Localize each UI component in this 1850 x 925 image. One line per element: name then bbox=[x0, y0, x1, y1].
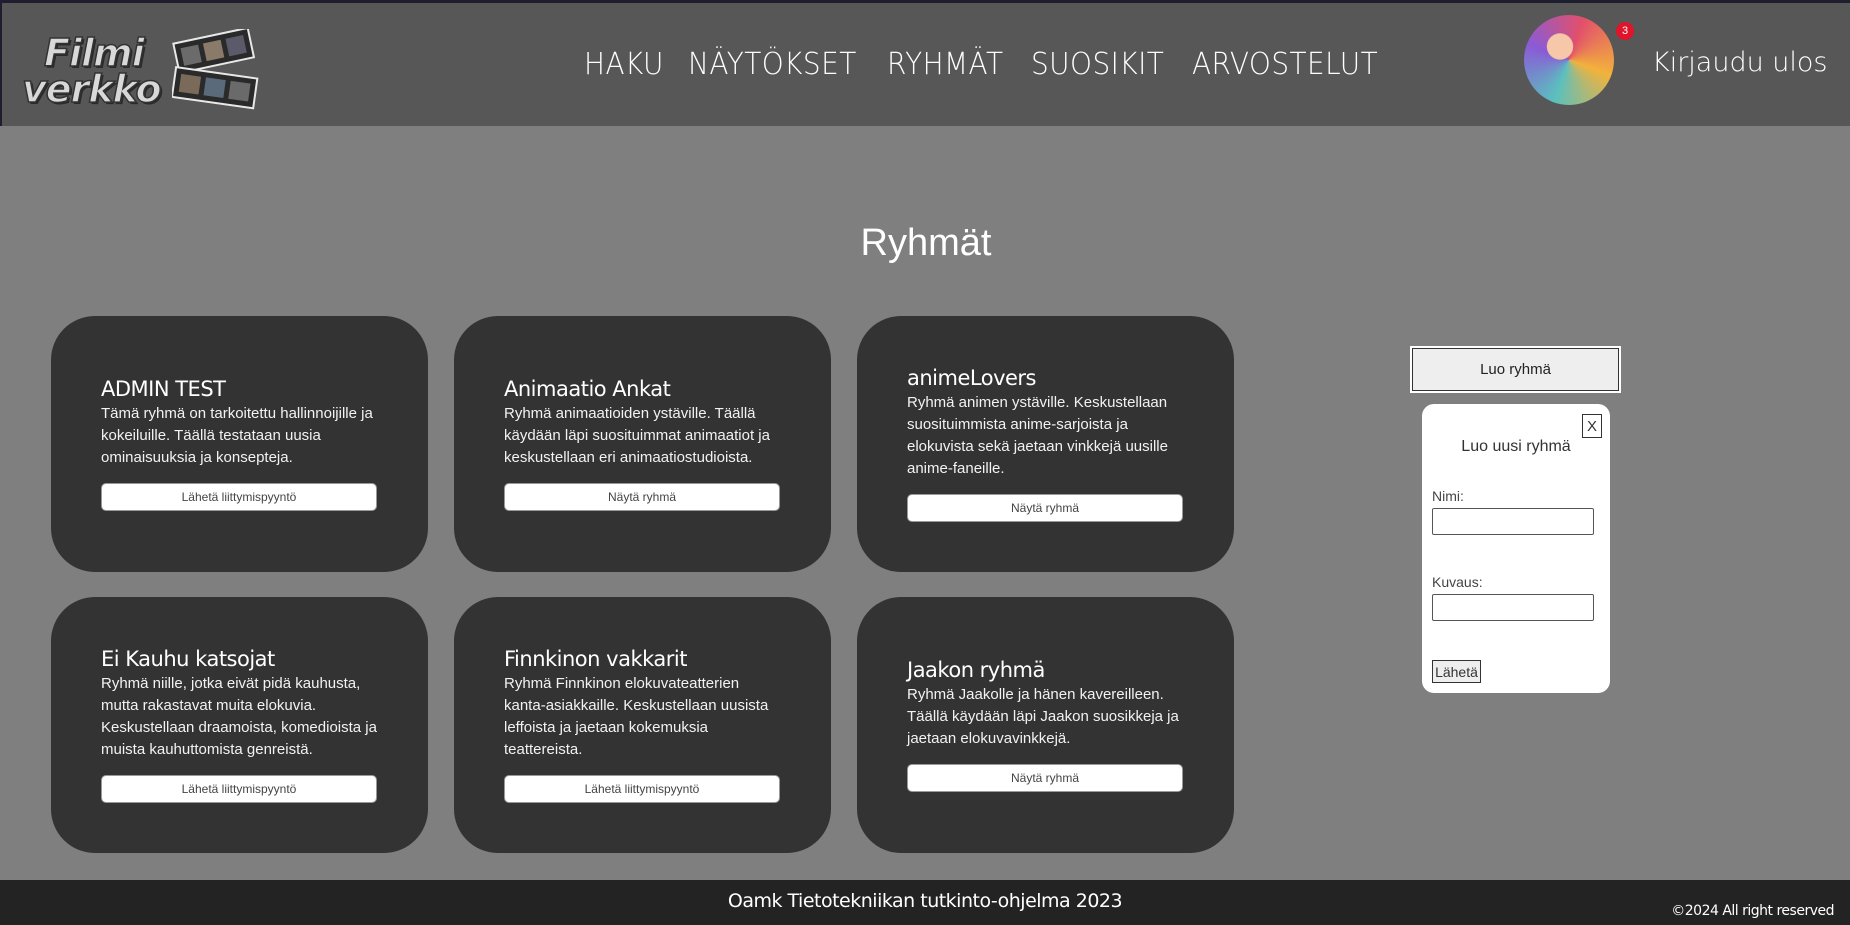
filmiverkko-logo[interactable]: Filmi verkko bbox=[21, 25, 267, 113]
nav-naytokset[interactable]: NÄYTÖKSET bbox=[688, 47, 857, 82]
group-description: Ryhmä niille, jotka eivät pidä kauhusta,… bbox=[101, 675, 377, 758]
logo-text-line2: verkko bbox=[21, 66, 162, 112]
avatar bbox=[1524, 15, 1614, 105]
group-card: Jaakon ryhmä Ryhmä Jaakolle ja hänen kav… bbox=[857, 597, 1234, 853]
submit-button[interactable]: Lähetä bbox=[1432, 660, 1481, 683]
page-title: Ryhmät bbox=[860, 222, 992, 264]
group-name: Jaakon ryhmä bbox=[907, 658, 1045, 682]
groups-grid: ADMIN TEST Tämä ryhmä on tarkoitettu hal… bbox=[51, 316, 1234, 853]
nav-arvostelut[interactable]: ARVOSTELUT bbox=[1192, 47, 1378, 82]
name-label: Nimi: bbox=[1432, 488, 1464, 504]
profile-avatar-link[interactable]: 3 bbox=[1524, 15, 1634, 107]
show-group-button[interactable]: Näytä ryhmä bbox=[907, 494, 1183, 522]
logout-link[interactable]: Kirjaudu ulos bbox=[1652, 47, 1828, 78]
group-name: animeLovers bbox=[907, 366, 1037, 390]
group-name: Finnkinon vakkarit bbox=[504, 647, 687, 671]
main-nav: HAKU NÄYTÖKSET RYHMÄT SUOSIKIT ARVOSTELU… bbox=[584, 47, 1392, 82]
create-group-modal: X Luo uusi ryhmä Nimi: Kuvaus: Lähetä bbox=[1422, 404, 1610, 693]
group-name: ADMIN TEST bbox=[101, 377, 226, 401]
group-description: Ryhmä animaatioiden ystäville. Täällä kä… bbox=[504, 405, 770, 466]
nav-haku[interactable]: HAKU bbox=[584, 47, 664, 82]
group-card: Animaatio Ankat Ryhmä animaatioiden ystä… bbox=[454, 316, 831, 572]
create-group-button[interactable]: Luo ryhmä bbox=[1410, 346, 1621, 393]
site-header: Filmi verkko HAKU NÄYTÖKSET RYHMÄT SUOSI… bbox=[0, 0, 1850, 126]
notification-badge: 3 bbox=[1616, 22, 1634, 40]
group-name: Ei Kauhu katsojat bbox=[101, 647, 275, 671]
group-card: Ei Kauhu katsojat Ryhmä niille, jotka ei… bbox=[51, 597, 428, 853]
send-join-request-button[interactable]: Lähetä liittymispyyntö bbox=[101, 775, 377, 803]
footer-program-text: Oamk Tietotekniikan tutkinto-ohjelma 202… bbox=[727, 890, 1123, 912]
modal-title: Luo uusi ryhmä bbox=[1461, 438, 1571, 455]
group-description-input[interactable] bbox=[1432, 594, 1594, 621]
group-card: animeLovers Ryhmä animen ystäville. Kesk… bbox=[857, 316, 1234, 572]
group-name: Animaatio Ankat bbox=[504, 377, 671, 401]
group-card: Finnkinon vakkarit Ryhmä Finnkinon eloku… bbox=[454, 597, 831, 853]
nav-suosikit[interactable]: SUOSIKIT bbox=[1031, 47, 1164, 82]
nav-ryhmat[interactable]: RYHMÄT bbox=[887, 47, 1003, 82]
film-strip-icon bbox=[172, 29, 259, 110]
show-group-button[interactable]: Näytä ryhmä bbox=[907, 764, 1183, 792]
group-description: Tämä ryhmä on tarkoitettu hallinnoijille… bbox=[101, 405, 373, 466]
site-footer: Oamk Tietotekniikan tutkinto-ohjelma 202… bbox=[0, 880, 1850, 925]
group-name-input[interactable] bbox=[1432, 508, 1594, 535]
group-card: ADMIN TEST Tämä ryhmä on tarkoitettu hal… bbox=[51, 316, 428, 572]
group-description: Ryhmä Finnkinon elokuvateatterien kanta-… bbox=[504, 675, 769, 758]
description-label: Kuvaus: bbox=[1432, 574, 1483, 590]
send-join-request-button[interactable]: Lähetä liittymispyyntö bbox=[101, 483, 377, 511]
send-join-request-button[interactable]: Lähetä liittymispyyntö bbox=[504, 775, 780, 803]
show-group-button[interactable]: Näytä ryhmä bbox=[504, 483, 780, 511]
group-description: Ryhmä Jaakolle ja hänen kavereilleen. Tä… bbox=[907, 686, 1179, 747]
close-modal-button[interactable]: X bbox=[1582, 414, 1602, 438]
footer-copyright: ©2024 All right reserved bbox=[1671, 903, 1834, 919]
group-description: Ryhmä animen ystäville. Keskustellaan su… bbox=[907, 394, 1168, 477]
